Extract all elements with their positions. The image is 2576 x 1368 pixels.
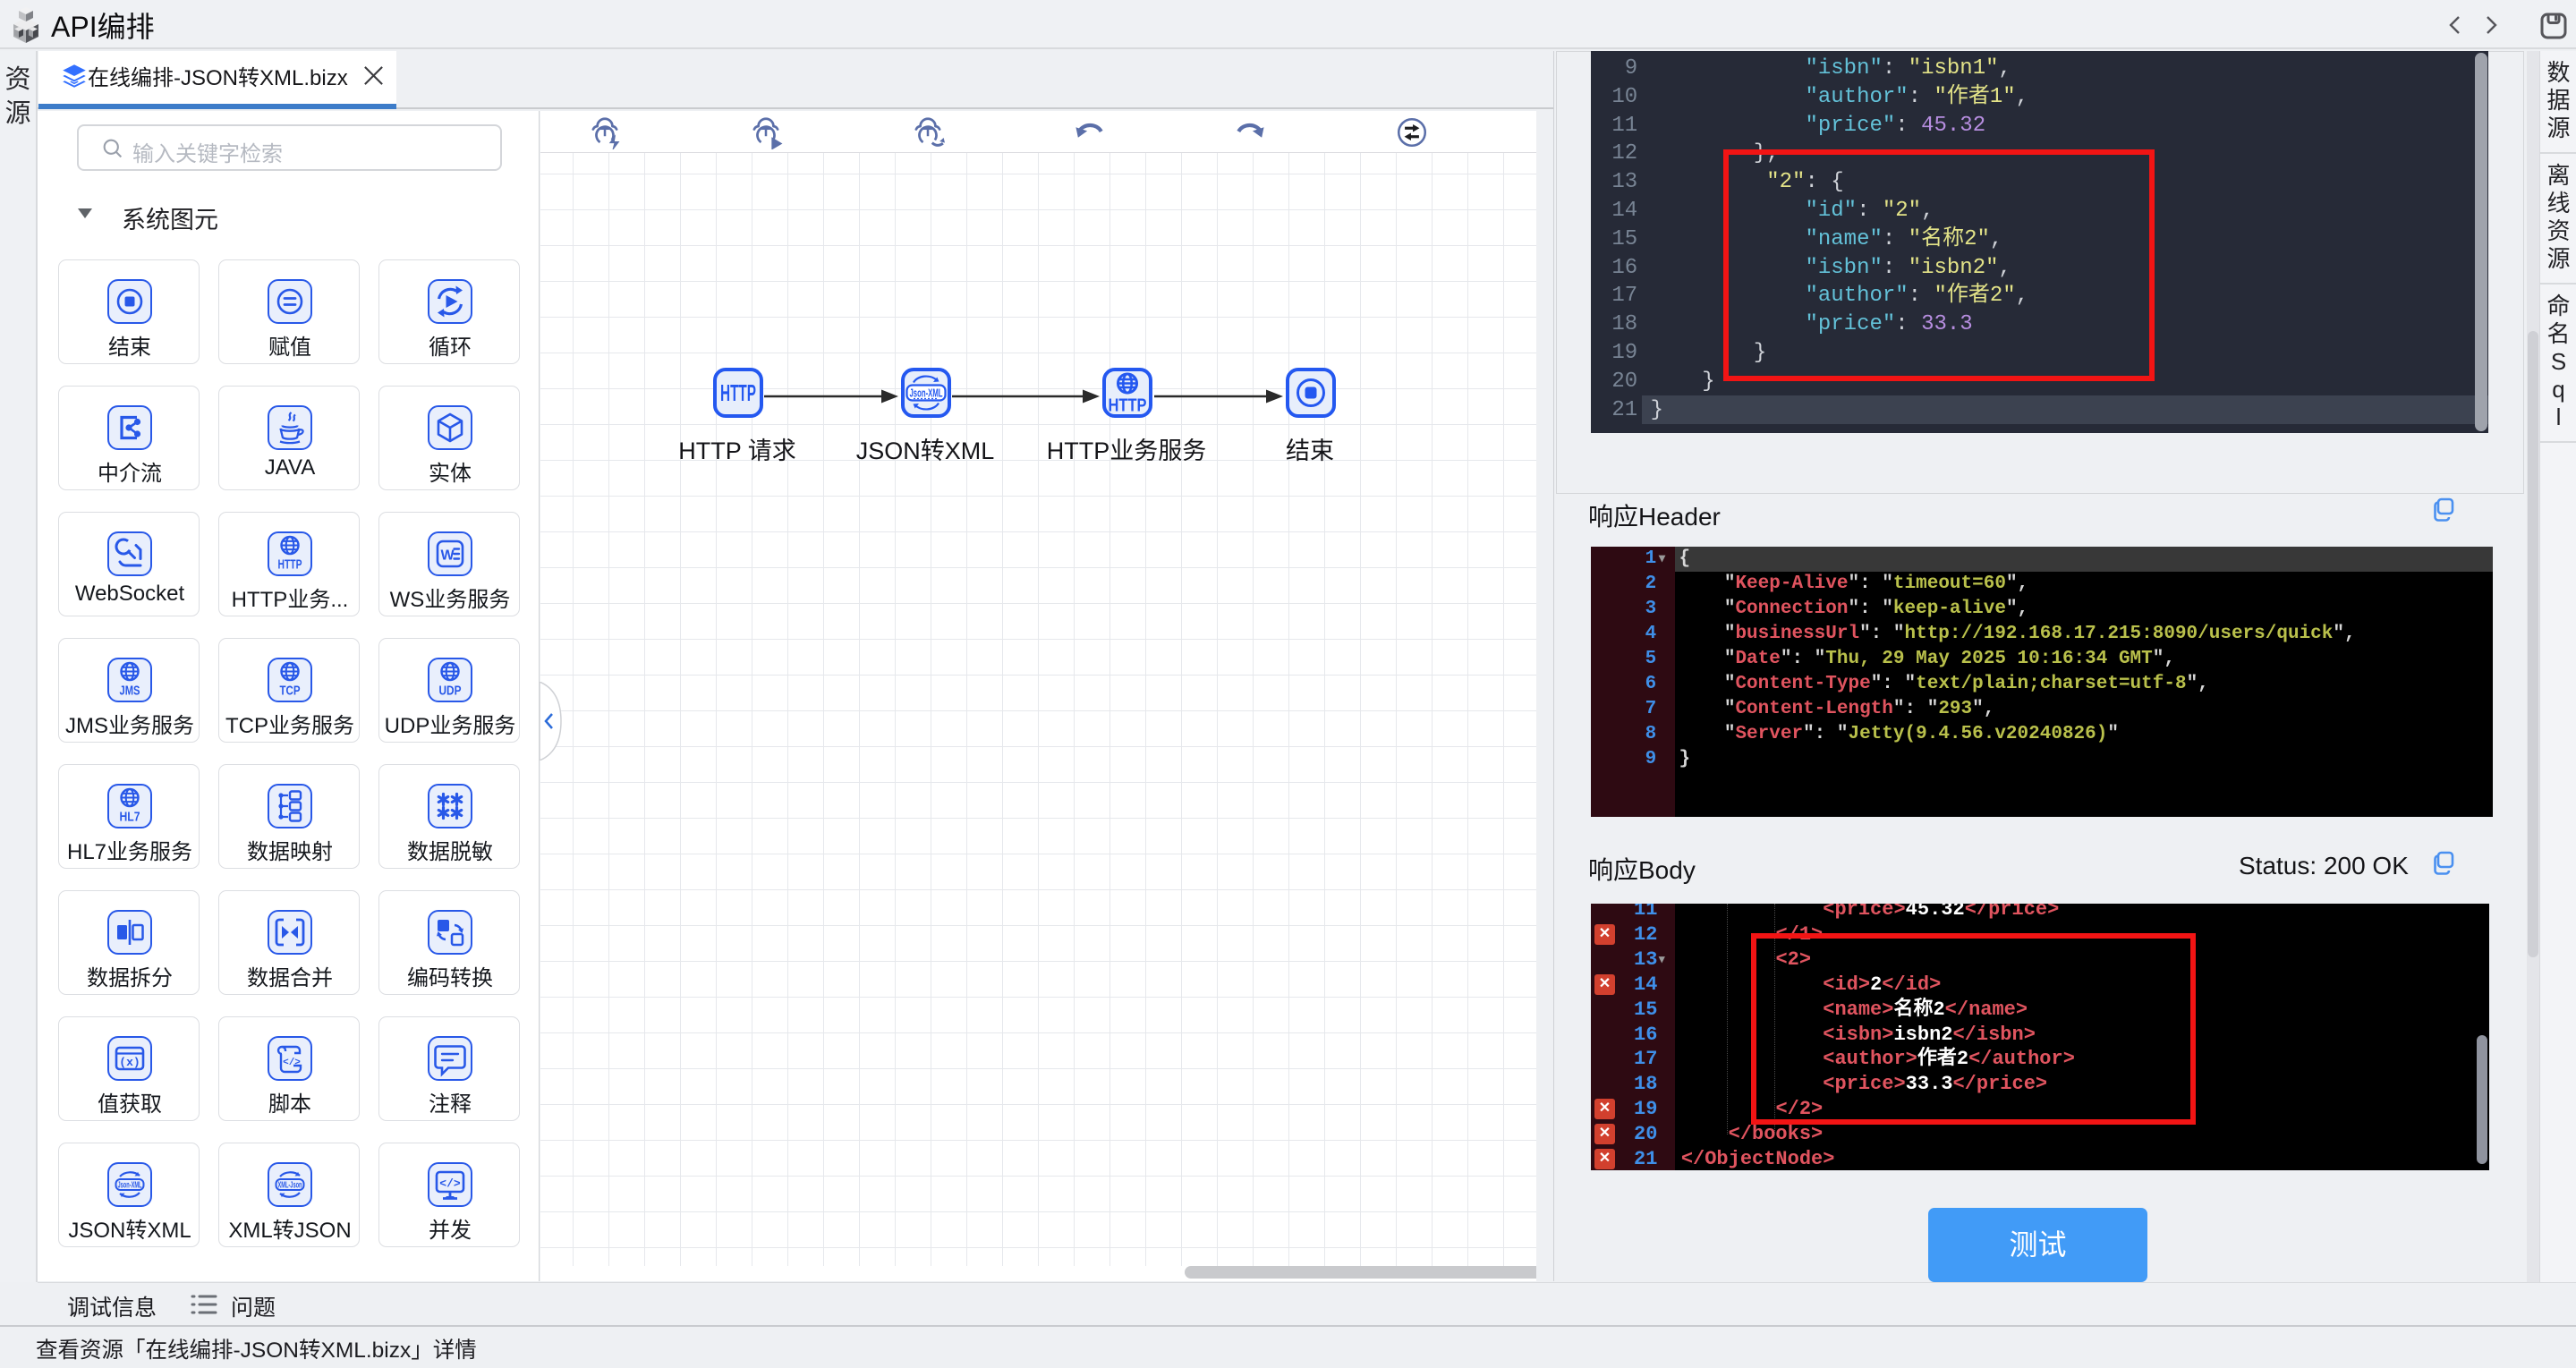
svg-text:W: W: [440, 548, 455, 564]
svg-text:XML-Json: XML-Json: [278, 1181, 302, 1191]
svg-text:Json-XML: Json-XML: [118, 1181, 142, 1191]
svg-text:HL7: HL7: [120, 810, 140, 825]
svg-text:(x): (x): [119, 1056, 140, 1069]
svg-text:</>: </>: [439, 1177, 461, 1191]
svg-text:TCP: TCP: [280, 684, 301, 699]
svg-text:HTTP: HTTP: [278, 557, 302, 573]
svg-text:JMS: JMS: [120, 684, 140, 699]
svg-text:</>: </>: [283, 1058, 301, 1068]
svg-text:UDP: UDP: [439, 684, 462, 699]
